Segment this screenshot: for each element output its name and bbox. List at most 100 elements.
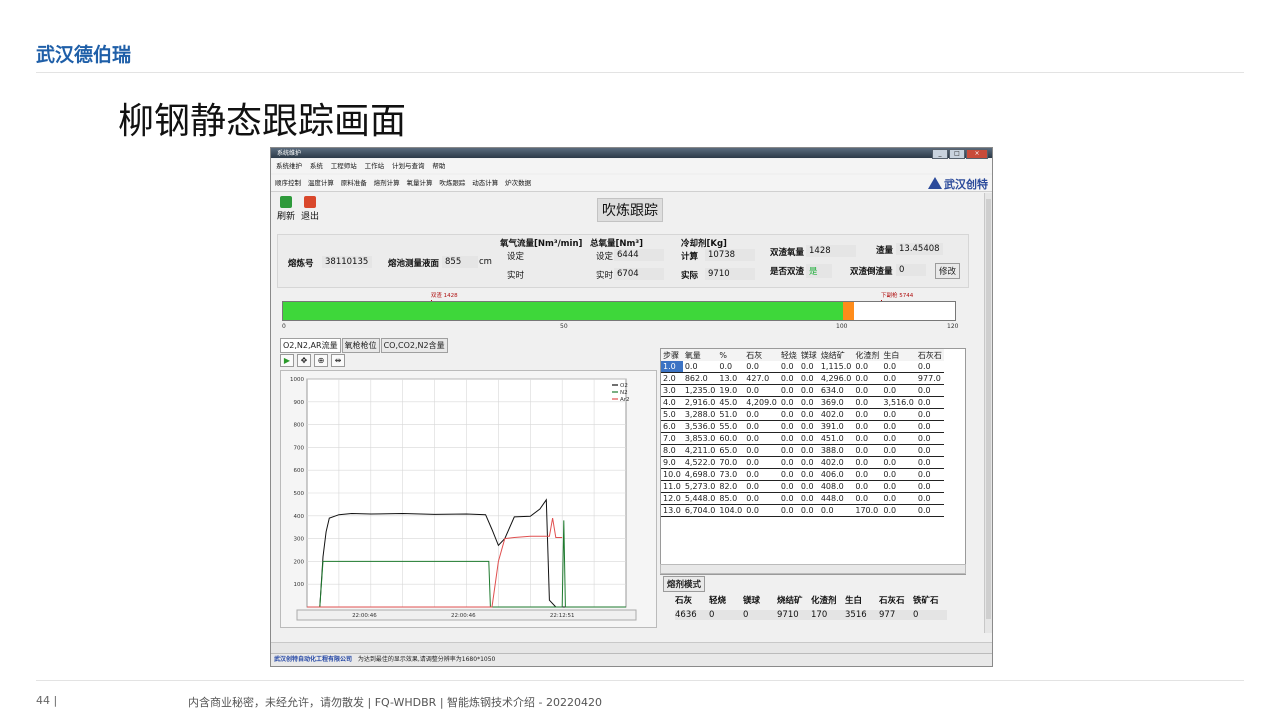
table-cell[interactable]: 391.0 <box>818 420 854 433</box>
table-cell[interactable]: 862.0 <box>682 372 718 385</box>
table-cell[interactable]: 388.0 <box>818 444 854 457</box>
table-cell[interactable]: 0.0 <box>778 468 799 481</box>
table-cell[interactable]: 60.0 <box>717 432 745 445</box>
nav-item[interactable]: 炉次数据 <box>505 175 531 191</box>
table-cell[interactable]: 0.0 <box>778 384 799 397</box>
table-cell[interactable]: 0.0 <box>853 480 882 493</box>
table-cell[interactable]: 0.0 <box>915 408 944 421</box>
table-row[interactable]: 12.0 5,448.0 85.0 0.0 0.0 0.0 448.0 0.0 0.0 0.0 <box>661 492 944 505</box>
table-row[interactable]: 1.0 0.0 0.0 0.0 0.0 0.0 1,115.0 0.0 0.0 0.0 <box>661 361 944 373</box>
window-horizontal-scrollbar[interactable] <box>271 642 992 653</box>
table-cell[interactable]: 65.0 <box>717 444 745 457</box>
pan-icon[interactable]: ✥ <box>297 354 311 367</box>
table-cell[interactable]: 0.0 <box>853 468 882 481</box>
table-cell[interactable]: 0.0 <box>853 456 882 469</box>
table-row[interactable]: 5.0 3,288.0 51.0 0.0 0.0 0.0 402.0 0.0 0.0 0.0 <box>661 408 944 421</box>
table-cell[interactable]: 0.0 <box>744 361 779 373</box>
table-cell[interactable]: 6.0 <box>661 420 683 433</box>
menu-item[interactable]: 工程师站 <box>331 159 357 173</box>
table-cell[interactable]: 0.0 <box>798 432 819 445</box>
table-header[interactable]: 生白 <box>881 349 916 361</box>
table-cell[interactable]: 4.0 <box>661 396 683 409</box>
table-cell[interactable]: 0.0 <box>915 456 944 469</box>
nav-item[interactable]: 熔剂计算 <box>374 175 400 191</box>
table-cell[interactable]: 0.0 <box>915 504 944 517</box>
table-cell[interactable]: 0.0 <box>853 408 882 421</box>
table-cell[interactable]: 19.0 <box>717 384 745 397</box>
table-cell[interactable]: 0.0 <box>881 456 916 469</box>
table-cell[interactable]: 0.0 <box>798 396 819 409</box>
table-cell[interactable]: 73.0 <box>717 468 745 481</box>
table-cell[interactable]: 0.0 <box>915 468 944 481</box>
edit-button[interactable]: 修改 <box>935 263 961 279</box>
table-cell[interactable]: 406.0 <box>818 468 854 481</box>
table-cell[interactable]: 634.0 <box>818 384 854 397</box>
nav-item[interactable]: 氧量计算 <box>407 175 433 191</box>
table-cell[interactable]: 0.0 <box>798 444 819 457</box>
table-cell[interactable]: 0.0 <box>881 408 916 421</box>
table-cell[interactable]: 977.0 <box>915 372 944 385</box>
table-cell[interactable]: 0.0 <box>744 504 779 517</box>
table-cell[interactable]: 0.0 <box>798 372 819 385</box>
table-cell[interactable]: 0.0 <box>915 480 944 493</box>
table-cell[interactable]: 3,536.0 <box>682 420 718 433</box>
table-cell[interactable]: 5.0 <box>661 408 683 421</box>
table-cell[interactable]: 0.0 <box>778 361 799 373</box>
minimize-button[interactable]: _ <box>932 149 948 159</box>
table-cell[interactable]: 0.0 <box>744 492 779 505</box>
table-header[interactable]: 镁球 <box>798 349 819 361</box>
table-cell[interactable]: 0.0 <box>778 420 799 433</box>
table-cell[interactable]: 0.0 <box>881 492 916 505</box>
table-cell[interactable]: 408.0 <box>818 480 854 493</box>
table-cell[interactable]: 369.0 <box>818 396 854 409</box>
menu-item[interactable]: 工作站 <box>365 159 385 173</box>
table-header[interactable]: 石灰 <box>744 349 779 361</box>
table-cell[interactable]: 3,288.0 <box>682 408 718 421</box>
table-cell[interactable]: 0.0 <box>853 444 882 457</box>
table-cell[interactable]: 0.0 <box>853 372 882 385</box>
table-row[interactable]: 9.0 4,522.0 70.0 0.0 0.0 0.0 402.0 0.0 0.0 0.0 <box>661 456 944 469</box>
table-cell[interactable]: 4,698.0 <box>682 468 718 481</box>
table-cell[interactable]: 11.0 <box>661 480 683 493</box>
table-cell[interactable]: 0.0 <box>798 456 819 469</box>
table-cell[interactable]: 0.0 <box>744 420 779 433</box>
table-cell[interactable]: 0.0 <box>881 361 916 373</box>
table-cell[interactable]: 4,209.0 <box>744 396 779 409</box>
table-cell[interactable]: 0.0 <box>798 361 819 373</box>
table-cell[interactable]: 104.0 <box>717 504 745 517</box>
table-row[interactable]: 3.0 1,235.0 19.0 0.0 0.0 0.0 634.0 0.0 0.0 0.0 <box>661 384 944 397</box>
table-row[interactable]: 7.0 3,853.0 60.0 0.0 0.0 0.0 451.0 0.0 0.0 0.0 <box>661 432 944 445</box>
table-cell[interactable]: 0.0 <box>853 396 882 409</box>
table-cell[interactable]: 0.0 <box>778 456 799 469</box>
table-cell[interactable]: 0.0 <box>744 456 779 469</box>
table-cell[interactable]: 0.0 <box>778 396 799 409</box>
table-cell[interactable]: 51.0 <box>717 408 745 421</box>
table-cell[interactable]: 0.0 <box>717 361 745 373</box>
table-header[interactable]: 步骤 <box>661 349 683 361</box>
tab-gas[interactable]: CO,CO2,N2含量 <box>380 338 448 353</box>
table-cell[interactable]: 448.0 <box>818 492 854 505</box>
table-header[interactable]: 化渣剂 <box>853 349 882 361</box>
table-header[interactable]: 烧结矿 <box>818 349 854 361</box>
table-cell[interactable]: 4,522.0 <box>682 456 718 469</box>
zoom-icon[interactable]: ⊕ <box>314 354 328 367</box>
table-cell[interactable]: 0.0 <box>798 492 819 505</box>
nav-item[interactable]: 温度计算 <box>308 175 334 191</box>
table-cell[interactable]: 0.0 <box>798 384 819 397</box>
table-cell[interactable]: 0.0 <box>744 444 779 457</box>
nav-item[interactable]: 动态计算 <box>472 175 498 191</box>
table-cell[interactable]: 0.0 <box>915 361 944 373</box>
table-cell[interactable]: 0.0 <box>798 420 819 433</box>
table-cell[interactable]: 0.0 <box>881 480 916 493</box>
table-cell[interactable]: 4,296.0 <box>818 372 854 385</box>
table-cell[interactable]: 170.0 <box>853 504 882 517</box>
table-cell[interactable]: 10.0 <box>661 468 683 481</box>
table-cell[interactable]: 0.0 <box>798 504 819 517</box>
nav-item[interactable]: 顺序控制 <box>275 175 301 191</box>
table-cell[interactable]: 3,516.0 <box>881 396 916 409</box>
table-cell[interactable]: 7.0 <box>661 432 683 445</box>
table-cell[interactable]: 0.0 <box>778 444 799 457</box>
table-cell[interactable]: 4,211.0 <box>682 444 718 457</box>
table-cell[interactable]: 6,704.0 <box>682 504 718 517</box>
table-cell[interactable]: 0.0 <box>744 432 779 445</box>
